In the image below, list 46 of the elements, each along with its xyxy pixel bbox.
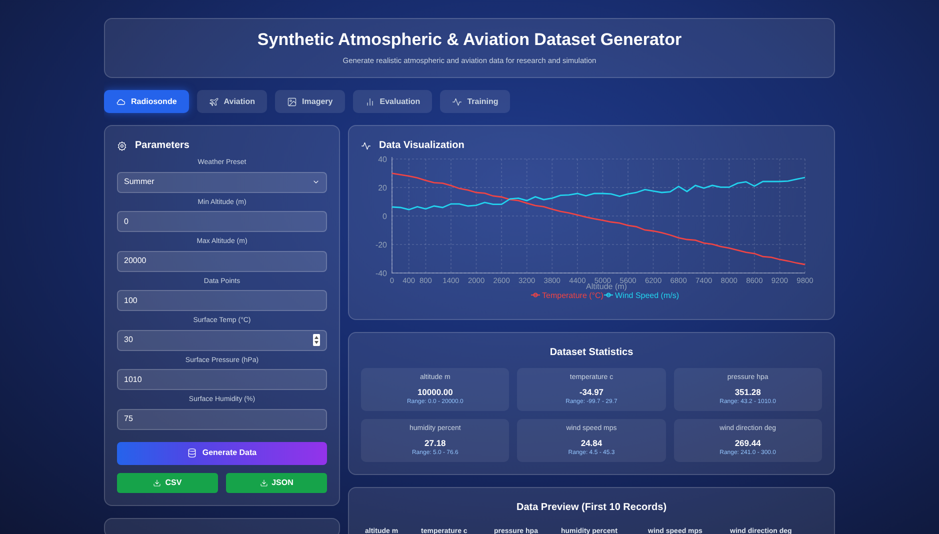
- dropdown-field[interactable]: Summer: [117, 172, 327, 192]
- download-icon: [260, 478, 268, 486]
- bar-chart-icon: [364, 96, 375, 106]
- image-icon: [287, 96, 298, 106]
- spinner-icon: [313, 334, 320, 346]
- plane-icon: [208, 96, 219, 106]
- section-title: Dataset Statistics: [548, 346, 634, 360]
- stat-value: -34.97: [578, 386, 605, 398]
- export-button[interactable]: JSON: [226, 472, 327, 492]
- section-title: Parameters: [135, 139, 190, 153]
- input-field[interactable]: 0: [117, 211, 327, 232]
- pulse-icon: [361, 140, 371, 150]
- tab[interactable]: Aviation: [196, 90, 268, 113]
- stat-value: 269.44: [734, 436, 762, 450]
- axis-tick-label: -40: [375, 269, 387, 278]
- section-title: Data Preview (First 10 Records): [515, 501, 668, 515]
- tab[interactable]: Evaluation: [352, 90, 432, 113]
- input-field[interactable]: 30: [117, 330, 327, 350]
- generate-button[interactable]: Generate Data: [117, 442, 327, 464]
- database-icon: [187, 448, 198, 458]
- legend-label: Wind Speed (m/s): [615, 291, 680, 300]
- pulse-icon: [452, 96, 462, 106]
- cloud-icon: [116, 96, 126, 106]
- stat-value: 27.18: [424, 436, 447, 450]
- input-field[interactable]: 75: [117, 408, 327, 430]
- axis-tick-label: -20: [375, 240, 387, 250]
- legend-label: Temperature (°C): [542, 291, 604, 300]
- gear-icon: [117, 140, 127, 150]
- axis-title: Altitude (m): [586, 282, 627, 291]
- axis-tick-label: 40: [378, 155, 387, 164]
- input-field[interactable]: 100: [117, 290, 327, 311]
- tab[interactable]: Radiosonde: [104, 90, 189, 113]
- tab[interactable]: Training: [440, 90, 510, 113]
- export-button[interactable]: CSV: [117, 472, 218, 492]
- section-title: Data Visualization: [379, 139, 464, 153]
- input-field[interactable]: 20000: [117, 250, 327, 272]
- stat-value: 24.84: [580, 436, 604, 450]
- stat-value: 10000.00: [416, 386, 454, 398]
- download-icon: [153, 478, 162, 486]
- input-field[interactable]: 1010: [117, 369, 327, 390]
- tab[interactable]: Imagery: [275, 90, 345, 113]
- page-title: Synthetic Atmospheric & Aviation Dataset Generator: [257, 30, 682, 51]
- axis-tick-label: 0: [382, 212, 387, 221]
- axis-tick-label: 20: [378, 184, 387, 192]
- stat-value: 351.28: [734, 386, 762, 398]
- chevron-down-icon: [312, 178, 320, 186]
